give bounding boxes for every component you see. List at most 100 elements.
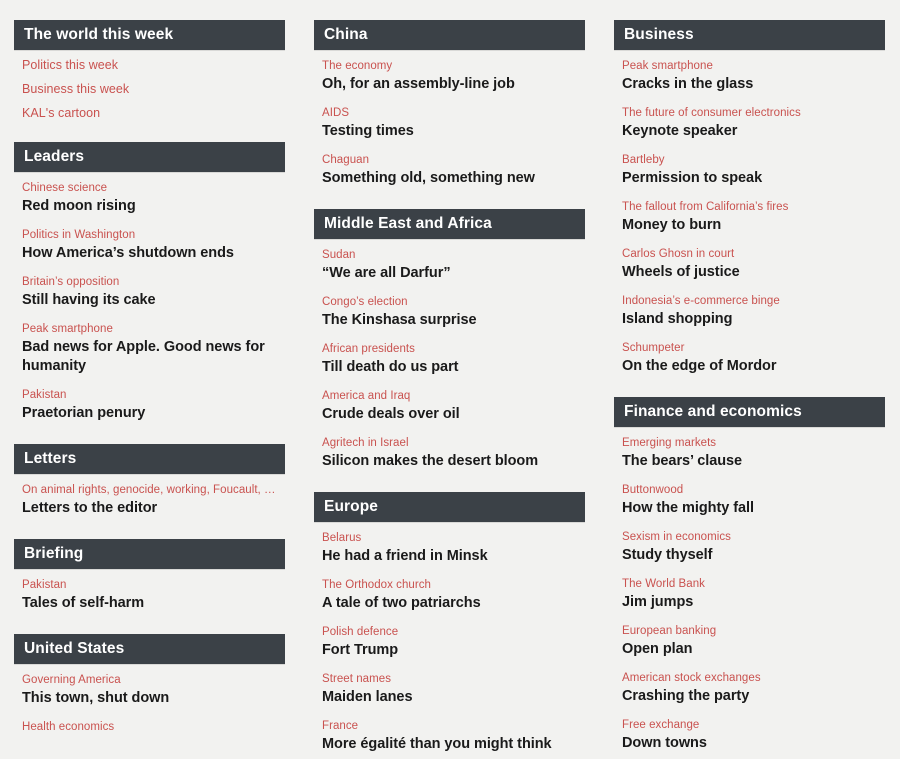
article-kicker[interactable]: The Orthodox church <box>322 578 577 593</box>
article-kicker[interactable]: Peak smartphone <box>622 59 877 74</box>
article-title[interactable]: On the edge of Mordor <box>622 357 877 376</box>
article-title[interactable]: Tales of self-harm <box>22 594 277 613</box>
article-title[interactable]: Crashing the party <box>622 687 877 706</box>
article-title[interactable]: Testing times <box>322 122 577 141</box>
article-kicker[interactable]: Sexism in economics <box>622 530 877 545</box>
article-title[interactable]: Silicon makes the desert bloom <box>322 452 577 471</box>
section-header-middle-east-and-africa[interactable]: Middle East and Africa <box>314 209 585 239</box>
article-kicker[interactable]: Buttonwood <box>622 483 877 498</box>
article-kicker[interactable]: Pakistan <box>22 578 277 593</box>
article-title[interactable]: Study thyself <box>622 546 877 565</box>
article-title[interactable]: Island shopping <box>622 310 877 329</box>
article-title[interactable]: Red moon rising <box>22 197 277 216</box>
article-title[interactable]: Fort Trump <box>322 641 577 660</box>
article-title[interactable]: Till death do us part <box>322 358 577 377</box>
article-title[interactable]: The Kinshasa surprise <box>322 311 577 330</box>
section-header-china[interactable]: China <box>314 20 585 50</box>
article-kicker[interactable]: France <box>322 719 577 734</box>
article-kicker[interactable]: Bartleby <box>622 153 877 168</box>
article-title[interactable]: Jim jumps <box>622 593 877 612</box>
article-title[interactable]: How America’s shutdown ends <box>22 244 277 263</box>
article-title[interactable]: Crude deals over oil <box>322 405 577 424</box>
article-entry: France More égalité than you might think <box>322 719 577 754</box>
article-title[interactable]: Something old, something new <box>322 169 577 188</box>
article-kicker[interactable]: Chaguan <box>322 153 577 168</box>
article-entry: The World Bank Jim jumps <box>622 577 877 612</box>
column-2: China The economy Oh, for an assembly-line… <box>314 20 585 754</box>
article-title[interactable]: The bears’ clause <box>622 452 877 471</box>
article-title[interactable]: Letters to the editor <box>22 499 277 518</box>
article-kicker[interactable]: Belarus <box>322 531 577 546</box>
article-kicker[interactable]: Carlos Ghosn in court <box>622 247 877 262</box>
section-header-briefing[interactable]: Briefing <box>14 539 285 569</box>
article-entry: Peak smartphone Bad news for Apple. Good … <box>22 322 277 376</box>
article-kicker[interactable]: Governing America <box>22 673 277 688</box>
article-entry: Congo’s election The Kinshasa surprise <box>322 295 577 330</box>
article-title[interactable]: Keynote speaker <box>622 122 877 141</box>
article-kicker[interactable]: Polish defence <box>322 625 577 640</box>
section-header-finance-and-economics[interactable]: Finance and economics <box>614 397 885 427</box>
article-title[interactable]: Oh, for an assembly-line job <box>322 75 577 94</box>
article-kicker[interactable]: Sudan <box>322 248 577 263</box>
section-body-europe: Belarus He had a friend in Minsk The Ortho… <box>314 522 585 754</box>
article-title[interactable]: Cracks in the glass <box>622 75 877 94</box>
article-title[interactable]: Open plan <box>622 640 877 659</box>
article-kicker[interactable]: The future of consumer electronics <box>622 106 877 121</box>
section-link[interactable]: Politics this week <box>22 57 277 73</box>
article-entry: Peak smartphone Cracks in the glass <box>622 59 877 94</box>
section-header-the-world-this-week[interactable]: The world this week <box>14 20 285 50</box>
article-kicker[interactable]: Free exchange <box>622 718 877 733</box>
section-link[interactable]: Business this week <box>22 81 277 97</box>
article-kicker[interactable]: The economy <box>322 59 577 74</box>
article-kicker[interactable]: African presidents <box>322 342 577 357</box>
article-title[interactable]: Permission to speak <box>622 169 877 188</box>
section-header-business[interactable]: Business <box>614 20 885 50</box>
article-kicker[interactable]: Emerging markets <box>622 436 877 451</box>
article-kicker[interactable]: Street names <box>322 672 577 687</box>
article-title[interactable]: A tale of two patriarchs <box>322 594 577 613</box>
article-title[interactable]: Down towns <box>622 734 877 753</box>
article-kicker[interactable]: On animal rights, genocide, working, Fou… <box>22 483 277 498</box>
article-title[interactable]: How the mighty fall <box>622 499 877 518</box>
article-title[interactable]: Maiden lanes <box>322 688 577 707</box>
article-kicker[interactable]: Pakistan <box>22 388 277 403</box>
article-title[interactable]: Bad news for Apple. Good news for humani… <box>22 338 277 376</box>
article-kicker[interactable]: Agritech in Israel <box>322 436 577 451</box>
section-link[interactable]: KAL's cartoon <box>22 105 277 121</box>
article-title[interactable]: Money to burn <box>622 216 877 235</box>
article-entry: Carlos Ghosn in court Wheels of justice <box>622 247 877 282</box>
section-header-letters[interactable]: Letters <box>14 444 285 474</box>
article-title[interactable]: This town, shut down <box>22 689 277 708</box>
article-kicker[interactable]: The fallout from California’s fires <box>622 200 877 215</box>
article-title[interactable]: Still having its cake <box>22 291 277 310</box>
section-header-label: United States <box>24 640 125 658</box>
article-kicker[interactable]: Indonesia’s e-commerce binge <box>622 294 877 309</box>
article-kicker[interactable]: Peak smartphone <box>22 322 277 337</box>
section-header-leaders[interactable]: Leaders <box>14 142 285 172</box>
article-kicker[interactable]: AIDS <box>322 106 577 121</box>
article-kicker[interactable]: America and Iraq <box>322 389 577 404</box>
article-kicker[interactable]: Schumpeter <box>622 341 877 356</box>
section-header-united-states[interactable]: United States <box>14 634 285 664</box>
article-title[interactable]: More égalité than you might think <box>322 735 577 754</box>
article-entry: AIDS Testing times <box>322 106 577 141</box>
article-kicker[interactable]: Chinese science <box>22 181 277 196</box>
article-kicker[interactable]: The World Bank <box>622 577 877 592</box>
article-kicker[interactable]: Britain’s opposition <box>22 275 277 290</box>
article-kicker[interactable]: Politics in Washington <box>22 228 277 243</box>
article-title[interactable]: Wheels of justice <box>622 263 877 282</box>
article-kicker[interactable]: Health economics <box>22 720 277 735</box>
article-kicker[interactable]: American stock exchanges <box>622 671 877 686</box>
section-header-europe[interactable]: Europe <box>314 492 585 522</box>
article-title[interactable]: Praetorian penury <box>22 404 277 423</box>
article-title[interactable]: He had a friend in Minsk <box>322 547 577 566</box>
section-body-finance-and-economics: Emerging markets The bears’ clause Buttonw… <box>614 427 885 753</box>
article-kicker[interactable]: Congo’s election <box>322 295 577 310</box>
article-entry: Politics in Washington How America’s shut… <box>22 228 277 263</box>
section-body-business: Peak smartphone Cracks in the glass The fu… <box>614 50 885 376</box>
article-entry: American stock exchanges Crashing the par… <box>622 671 877 706</box>
article-entry: Agritech in Israel Silicon makes the dese… <box>322 436 577 471</box>
article-entry: Sudan “We are all Darfur” <box>322 248 577 283</box>
article-kicker[interactable]: European banking <box>622 624 877 639</box>
article-title[interactable]: “We are all Darfur” <box>322 264 577 283</box>
